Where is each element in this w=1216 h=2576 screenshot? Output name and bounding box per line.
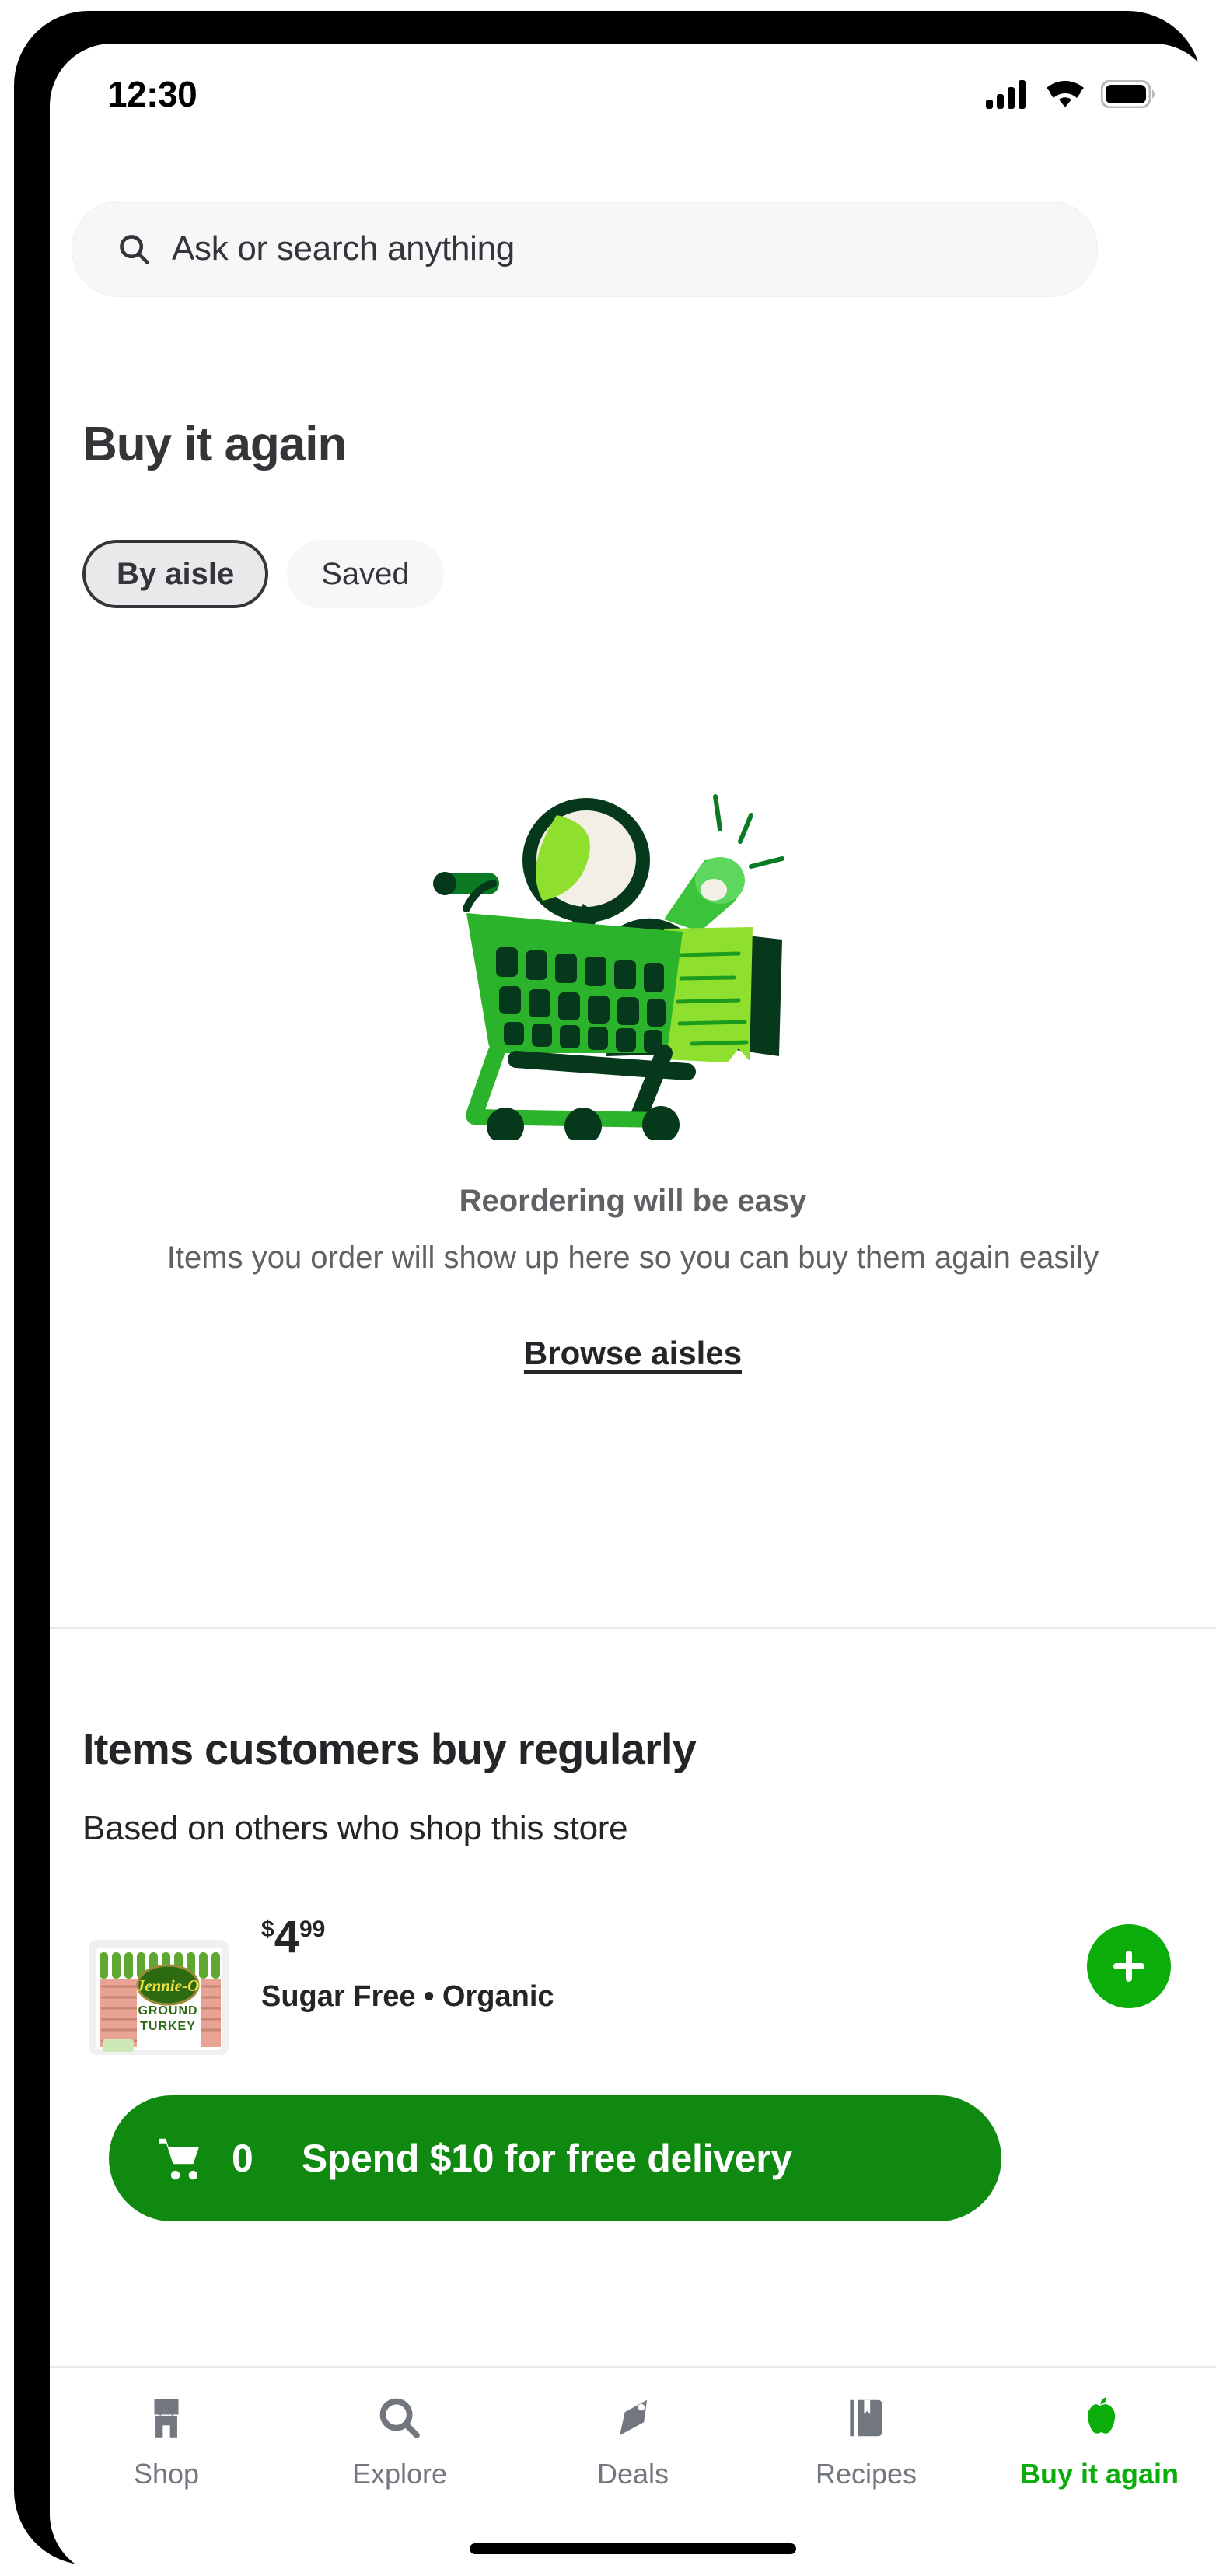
- nav-item-buy-it-again[interactable]: Buy it again: [998, 2394, 1200, 2490]
- section-divider: [50, 1627, 1216, 1629]
- product-thumbnail[interactable]: Jennie-O GROUND TURKEY: [82, 1910, 235, 2063]
- status-bar-icons: [986, 79, 1157, 109]
- nav-label-deals: Deals: [596, 2458, 669, 2490]
- shopping-cart-icon: [159, 2138, 200, 2180]
- svg-text:Jennie-O: Jennie-O: [136, 1976, 200, 1995]
- search-placeholder-text: Ask or search anything: [172, 229, 515, 268]
- regular-items-subtitle: Based on others who shop this store: [82, 1809, 628, 1847]
- apple-icon: [1088, 2397, 1116, 2434]
- filter-chip-saved[interactable]: Saved: [287, 540, 444, 608]
- empty-state-title: Reordering will be easy: [459, 1184, 807, 1218]
- nav-label-shop: Shop: [133, 2458, 200, 2490]
- browse-aisles-link[interactable]: Browse aisles: [524, 1335, 742, 1372]
- search-input[interactable]: Ask or search anything: [72, 201, 1098, 297]
- tag-icon: [620, 2399, 648, 2435]
- jennie-o-ground-turkey-package-image: Jennie-O GROUND TURKEY: [82, 1910, 235, 2063]
- price-currency-symbol: $: [261, 1916, 274, 1942]
- product-list-item[interactable]: Jennie-O GROUND TURKEY $4 99 Sugar Free •…: [82, 1910, 1171, 2063]
- nav-label-recipes: Recipes: [815, 2458, 917, 2490]
- search-icon: [120, 235, 149, 264]
- cellular-signal-icon: [986, 80, 1026, 109]
- filter-chip-by-aisle[interactable]: By aisle: [82, 540, 269, 608]
- nav-item-explore[interactable]: Explore: [299, 2394, 501, 2490]
- status-bar: 12:30: [50, 44, 1216, 145]
- nav-label-buy-it-again: Buy it again: [1019, 2458, 1179, 2490]
- screenshot-root: 12:30 Ask or search anything Buy it agai…: [0, 0, 1216, 2576]
- empty-state: Reordering will be easy Items you order …: [50, 767, 1216, 1372]
- product-info: $4 99 Sugar Free • Organic: [261, 1910, 1061, 2014]
- cart-item-count: 0: [232, 2137, 253, 2180]
- filter-chip-row: By aisle Saved: [82, 540, 444, 608]
- nav-item-shop[interactable]: Shop: [65, 2394, 267, 2490]
- wifi-icon: [1047, 81, 1084, 107]
- search-icon: [379, 2398, 420, 2438]
- product-attributes: Sugar Free • Organic: [261, 1980, 554, 2013]
- storefront-icon: [154, 2399, 179, 2438]
- phone-screen: 12:30 Ask or search anything Buy it agai…: [50, 44, 1216, 2576]
- svg-text:TURKEY: TURKEY: [140, 2020, 196, 2033]
- home-indicator: [470, 2543, 796, 2554]
- nav-item-recipes[interactable]: Recipes: [765, 2394, 967, 2490]
- product-price: $4 99: [261, 1915, 325, 1960]
- page-title: Buy it again: [82, 418, 347, 471]
- empty-state-illustration-wrap: [50, 767, 1216, 1140]
- shopping-cart-with-magnifier-megaphone-and-receipt-illustration: [433, 794, 784, 1140]
- regular-items-title: Items customers buy regularly: [82, 1724, 697, 1773]
- plus-icon: [1113, 1951, 1144, 1982]
- svg-text:GROUND: GROUND: [138, 2004, 197, 2018]
- battery-icon: [1101, 80, 1155, 108]
- price-cents: 99: [299, 1916, 326, 1942]
- empty-state-description: Items you order will show up here so you…: [166, 1241, 1099, 1275]
- free-delivery-message: Spend $10 for free delivery: [301, 2137, 792, 2180]
- nav-label-explore: Explore: [351, 2458, 448, 2490]
- book-icon: [850, 2399, 882, 2437]
- price-whole: 4: [274, 1912, 299, 1962]
- free-delivery-cart-banner[interactable]: 0 Spend $10 for free delivery: [109, 2095, 1001, 2221]
- status-bar-time: 12:30: [107, 74, 197, 114]
- add-to-cart-button[interactable]: [1087, 1924, 1171, 2008]
- nav-item-deals[interactable]: Deals: [532, 2394, 734, 2490]
- phone-frame: 12:30 Ask or search anything Buy it agai…: [14, 11, 1216, 2576]
